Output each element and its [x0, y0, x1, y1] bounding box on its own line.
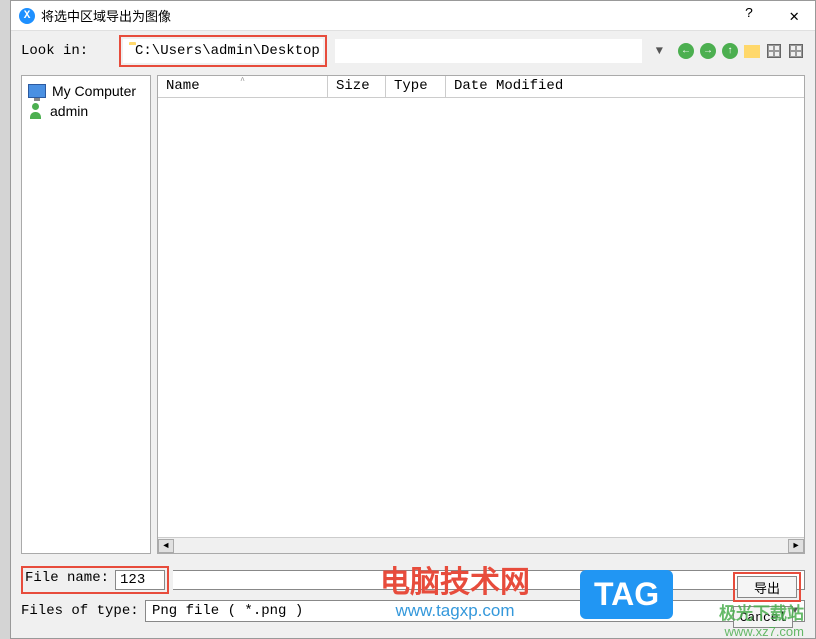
sidebar-item-admin[interactable]: admin [26, 101, 146, 121]
help-button[interactable]: ? [737, 6, 761, 26]
filetype-value: Png file ( *.png ) [152, 603, 303, 619]
body-area: My Computer admin Name ^ Size Type Date … [11, 71, 815, 562]
export-button[interactable]: 导出 [737, 576, 797, 598]
column-date-modified[interactable]: Date Modified [446, 76, 804, 97]
column-type[interactable]: Type [386, 76, 446, 97]
window-title: 将选中区域导出为图像 [41, 6, 737, 25]
monitor-icon [28, 84, 46, 98]
path-combo-extend[interactable] [335, 39, 642, 63]
path-combo[interactable]: C:\Users\admin\Desktop [123, 39, 323, 63]
filetype-label: Files of type: [21, 603, 141, 619]
close-button[interactable]: ✕ [781, 6, 807, 26]
bottom-form: File name: Files of type: Png file ( *.p… [11, 562, 815, 638]
filename-input[interactable] [115, 570, 165, 590]
file-list: Name ^ Size Type Date Modified ◄ ► [157, 75, 805, 554]
scroll-left-arrow[interactable]: ◄ [158, 539, 174, 553]
file-list-body[interactable] [158, 98, 804, 537]
detail-view-button[interactable] [787, 42, 805, 60]
sidebar-item-label: My Computer [52, 83, 136, 99]
back-button[interactable]: ← [677, 42, 695, 60]
filename-label: File name: [25, 570, 115, 590]
sidebar-item-my-computer[interactable]: My Computer [26, 81, 146, 101]
list-header: Name ^ Size Type Date Modified [158, 76, 804, 98]
user-icon [28, 103, 44, 119]
action-buttons: 导出 Cancel [733, 572, 801, 628]
filename-input-extend[interactable] [173, 570, 805, 590]
column-size[interactable]: Size [328, 76, 386, 97]
highlight-filename: File name: [21, 566, 169, 594]
look-in-label: Look in: [21, 43, 111, 59]
path-text: C:\Users\admin\Desktop [135, 43, 320, 59]
column-name[interactable]: Name ^ [158, 76, 328, 97]
cancel-button[interactable]: Cancel [733, 606, 793, 628]
toolbar: Look in: C:\Users\admin\Desktop ▼ ← → ↑ [11, 31, 815, 71]
places-sidebar: My Computer admin [21, 75, 151, 554]
list-view-button[interactable] [765, 42, 783, 60]
sidebar-item-label: admin [50, 103, 88, 119]
forward-button[interactable]: → [699, 42, 717, 60]
sort-indicator-icon: ^ [240, 77, 245, 86]
horizontal-scrollbar[interactable]: ◄ ► [158, 537, 804, 553]
up-button[interactable]: ↑ [721, 42, 739, 60]
highlight-export: 导出 [733, 572, 801, 602]
scroll-right-arrow[interactable]: ► [788, 539, 804, 553]
titlebar: X 将选中区域导出为图像 ? ✕ [11, 1, 815, 31]
filetype-combo[interactable]: Png file ( *.png ) ▼ [145, 600, 805, 622]
new-folder-button[interactable] [743, 42, 761, 60]
app-icon: X [19, 8, 35, 24]
path-dropdown-arrow[interactable]: ▼ [650, 44, 669, 58]
highlight-path: C:\Users\admin\Desktop [119, 35, 327, 67]
file-save-dialog: X 将选中区域导出为图像 ? ✕ Look in: C:\Users\admin… [10, 0, 816, 639]
